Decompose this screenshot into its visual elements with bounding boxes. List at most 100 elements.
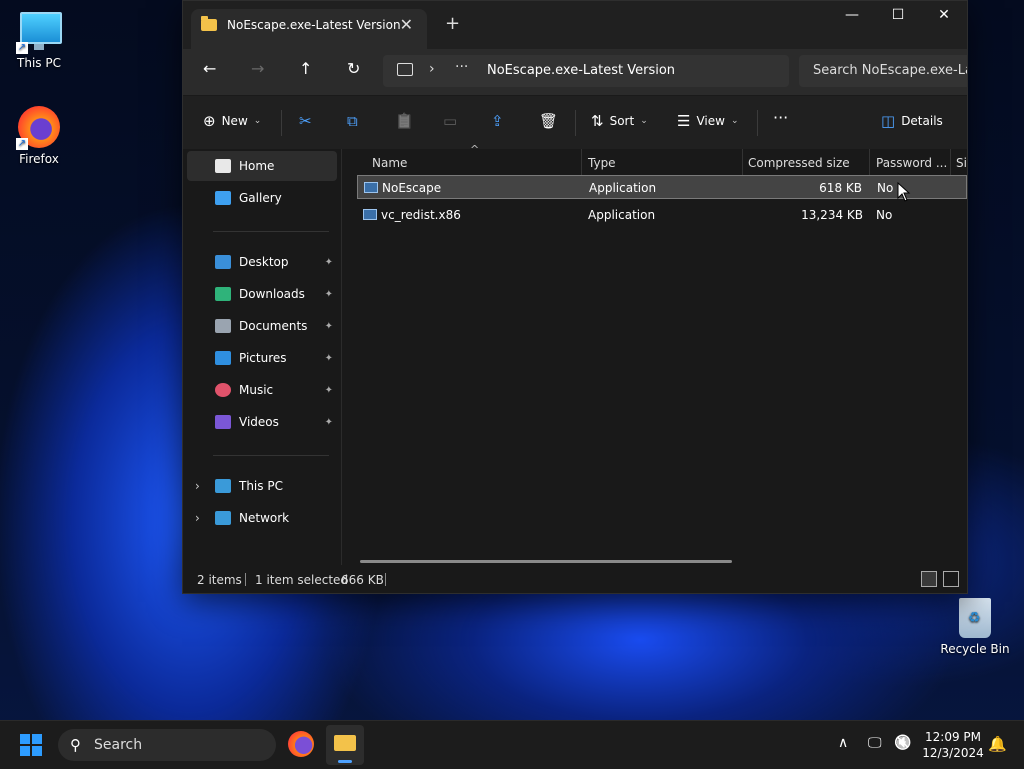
refresh-button[interactable]: ↻ [347, 59, 360, 78]
pin-icon: ✦ [324, 416, 333, 428]
scissors-icon: ✂ [299, 112, 312, 130]
search-box[interactable]: Search NoEscape.exe-Latest Version [799, 55, 967, 87]
desktop-icon-recycle-bin[interactable]: ♻ Recycle Bin [940, 598, 1010, 656]
pin-icon: ✦ [324, 320, 333, 332]
download-icon [215, 287, 231, 301]
sidebar-item-this-pc[interactable]: › This PC [187, 471, 337, 501]
sidebar-item-videos[interactable]: Videos ✦ [187, 407, 337, 437]
clock-time: 12:09 PM [925, 730, 981, 744]
more-options-button[interactable]: ··· [773, 108, 788, 127]
column-header-name[interactable]: Name [372, 156, 407, 170]
sidebar-item-downloads[interactable]: Downloads ✦ [187, 279, 337, 309]
command-bar: ⊕ New ⌄ ✂ ⧉ 📋 ▭ ⇪ 🗑 ⇅ Sort ⌄ ☰ View ⌄ ··… [183, 95, 967, 150]
view-button[interactable]: ☰ View ⌄ [677, 112, 738, 130]
active-indicator [338, 760, 352, 763]
sort-button[interactable]: ⇅ Sort ⌄ [591, 112, 648, 130]
breadcrumb-current[interactable]: NoEscape.exe-Latest Version [487, 63, 675, 78]
tiles-view-button[interactable] [943, 571, 959, 587]
address-bar[interactable]: › ··· NoEscape.exe-Latest Version [383, 55, 789, 87]
maximize-button[interactable]: ☐ [875, 7, 921, 23]
taskbar-firefox-icon[interactable] [288, 731, 314, 757]
view-icon: ☰ [677, 112, 691, 130]
tab-close-icon[interactable]: ✕ [400, 15, 413, 34]
monitor-icon: ↗ [16, 8, 62, 54]
details-view-button[interactable] [921, 571, 937, 587]
paste-button[interactable]: 📋 [395, 112, 414, 130]
details-pane-button[interactable]: ◫ Details [881, 112, 943, 130]
navigation-bar: ← → ↑ ↻ › ··· NoEscape.exe-Latest Versio… [183, 49, 967, 95]
column-header-type[interactable]: Type [588, 156, 616, 170]
trash-icon: 🗑 [539, 112, 559, 130]
sidebar-item-home[interactable]: Home [187, 151, 337, 181]
close-button[interactable]: ✕ [921, 7, 967, 23]
column-header-size[interactable]: Si [956, 156, 967, 170]
music-icon [215, 383, 231, 397]
pin-icon: ✦ [324, 384, 333, 396]
sidebar-item-network[interactable]: › Network [187, 503, 337, 533]
sidebar-item-label: Pictures [239, 351, 287, 365]
show-hidden-icons-chevron-icon[interactable]: ∧ [838, 735, 848, 751]
breadcrumb-chevron-icon[interactable]: › [429, 61, 435, 77]
new-button[interactable]: ⊕ New ⌄ [203, 112, 261, 130]
network-icon[interactable]: 🖵 [868, 735, 882, 751]
up-button[interactable]: ↑ [299, 59, 312, 78]
sidebar-item-label: Documents [239, 319, 308, 333]
pin-icon: ✦ [324, 352, 333, 364]
application-icon [363, 209, 377, 220]
column-header-compressed-size[interactable]: Compressed size [748, 156, 850, 170]
sidebar-item-music[interactable]: Music ✦ [187, 375, 337, 405]
desktop-icon [215, 255, 231, 269]
new-tab-button[interactable]: + [445, 13, 460, 34]
back-button[interactable]: ← [203, 59, 216, 78]
paste-icon: 📋 [395, 112, 414, 130]
share-icon: ⇪ [491, 112, 504, 130]
sidebar-item-gallery[interactable]: Gallery [187, 183, 337, 213]
table-row[interactable]: vc_redist.x86 Application 13,234 KB No [357, 203, 967, 227]
column-divider[interactable] [950, 149, 951, 177]
taskbar-file-explorer-icon[interactable] [326, 725, 364, 765]
rename-button[interactable]: ▭ [443, 112, 457, 130]
sidebar-item-pictures[interactable]: Pictures ✦ [187, 343, 337, 373]
column-header-password[interactable]: Password ... [876, 156, 947, 170]
share-button[interactable]: ⇪ [491, 112, 504, 130]
windows-logo-pane [20, 734, 30, 744]
pin-icon: ✦ [324, 256, 333, 268]
column-divider[interactable] [869, 149, 870, 177]
horizontal-scrollbar[interactable] [360, 560, 732, 563]
breadcrumb-more-button[interactable]: ··· [455, 59, 468, 75]
copy-button[interactable]: ⧉ [347, 112, 358, 130]
plus-circle-icon: ⊕ [203, 112, 216, 130]
sidebar-item-desktop[interactable]: Desktop ✦ [187, 247, 337, 277]
notification-bell-icon[interactable]: 🔔 [988, 735, 1007, 753]
expand-chevron-icon[interactable]: › [195, 511, 200, 525]
expand-chevron-icon[interactable]: › [195, 479, 200, 493]
shortcut-arrow-icon: ↗ [16, 42, 28, 54]
desktop-icon-this-pc[interactable]: ↗ This PC [4, 8, 74, 70]
column-divider[interactable] [581, 149, 582, 177]
file-name: vc_redist.x86 [381, 208, 461, 222]
network-icon [215, 511, 231, 525]
desktop-icon-firefox[interactable]: ↗ Firefox [4, 104, 74, 166]
toolbar-divider [575, 110, 576, 136]
forward-button[interactable]: → [251, 59, 264, 78]
search-placeholder: Search NoEscape.exe-Latest Version [813, 63, 967, 78]
cut-button[interactable]: ✂ [299, 112, 312, 130]
chevron-down-icon: ⌄ [730, 116, 739, 126]
delete-button[interactable]: 🗑 [539, 112, 558, 130]
home-icon [215, 159, 231, 173]
start-button[interactable] [20, 734, 42, 756]
sidebar-item-documents[interactable]: Documents ✦ [187, 311, 337, 341]
system-clock[interactable]: 12:09 PM 12/3/2024 [920, 729, 986, 761]
sidebar-item-label: Home [239, 159, 275, 173]
selection-size: 666 KB [341, 573, 384, 587]
firefox-icon: ↗ [16, 104, 62, 150]
shortcut-arrow-icon: ↗ [16, 138, 28, 150]
table-row[interactable]: NoEscape Application 618 KB No [357, 175, 967, 199]
column-divider[interactable] [742, 149, 743, 177]
taskbar-search[interactable]: ⚲ Search [58, 729, 276, 761]
volume-muted-icon[interactable]: 🔇 [894, 735, 911, 751]
sidebar-item-label: Gallery [239, 191, 282, 205]
tab-noescape[interactable]: NoEscape.exe-Latest Version ✕ [191, 9, 427, 49]
minimize-button[interactable]: — [829, 7, 875, 23]
chevron-down-icon: ⌄ [253, 116, 262, 126]
